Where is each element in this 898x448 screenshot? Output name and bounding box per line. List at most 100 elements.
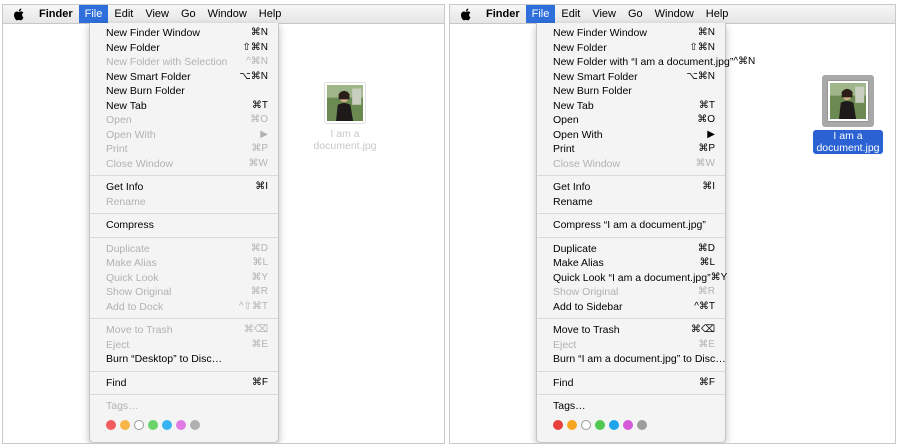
menu-window[interactable]: Window	[202, 5, 253, 23]
menu-item-shortcut: ⌘P	[698, 143, 715, 154]
menu-edit[interactable]: Edit	[555, 5, 586, 23]
menu-item-new-burn-folder[interactable]: New Burn Folder	[537, 84, 725, 99]
tag-color-dot[interactable]	[553, 419, 563, 430]
menu-item-new-tab[interactable]: New Tab ⌘T	[90, 99, 278, 114]
menu-view[interactable]: View	[139, 5, 175, 23]
menu-item-duplicate[interactable]: Duplicate ⌘D	[537, 242, 725, 257]
menu-item-new-smart-folder[interactable]: New Smart Folder ⌥⌘N	[90, 70, 278, 85]
menu-item-shortcut: ⌘D	[250, 242, 268, 254]
menu-item-shortcut: ⌘Y	[251, 271, 268, 283]
menu-item-find[interactable]: Find ⌘F	[537, 376, 725, 391]
menu-item-new-burn-folder[interactable]: New Burn Folder	[90, 84, 278, 99]
tag-color-dot[interactable]	[637, 419, 647, 430]
tag-color-dot[interactable]	[106, 419, 116, 430]
menu-item-find[interactable]: Find ⌘F	[90, 376, 278, 391]
tag-color-dot[interactable]	[162, 419, 172, 430]
menu-help[interactable]: Help	[700, 5, 735, 23]
menu-item-new-folder-with-i-am-a-document-jpg[interactable]: New Folder with “I am a document.jpg” ^⌘N	[537, 55, 755, 70]
menu-item-label: Quick Look “I am a document.jpg”	[553, 271, 711, 284]
menu-item-open[interactable]: Open ⌘O	[537, 113, 725, 128]
menu-item-shortcut: ^⌘N	[246, 56, 268, 67]
menu-item-move-to-trash[interactable]: Move to Trash ⌘⌫	[537, 323, 725, 338]
menu-item-shortcut: ⌘R	[250, 286, 268, 297]
right-finder-screenshot: Finder File Edit View Go Window Help New…	[449, 4, 896, 444]
menu-item-shortcut: ⌥⌘N	[239, 70, 268, 82]
tag-color-dot[interactable]	[120, 419, 130, 430]
menu-item-add-to-sidebar[interactable]: Add to Sidebar ^⌘T	[537, 300, 725, 315]
tag-color-dot[interactable]	[623, 419, 633, 430]
menu-item-label: Add to Sidebar	[553, 300, 623, 313]
menu-edit[interactable]: Edit	[108, 5, 139, 23]
menu-item-label: Tags…	[106, 400, 139, 412]
tag-color-dot[interactable]	[134, 419, 144, 430]
menu-item-label: New Burn Folder	[106, 85, 185, 97]
menu-item-burn-desktop-to-disc[interactable]: Burn “Desktop” to Disc…	[90, 352, 278, 367]
menu-go[interactable]: Go	[175, 5, 202, 23]
menu-item-get-info[interactable]: Get Info ⌘I	[537, 180, 725, 195]
desktop-file-icon-selected[interactable]: I am a document.jpg	[808, 75, 888, 154]
menu-item-label: Duplicate	[106, 242, 150, 255]
menu-item-make-alias[interactable]: Make Alias ⌘L	[537, 256, 725, 271]
menu-file[interactable]: File	[525, 5, 556, 23]
menu-finder[interactable]: Finder	[33, 5, 79, 23]
menu-item-shortcut: ⌘O	[250, 114, 268, 125]
menu-item-quick-look: Quick Look ⌘Y	[90, 271, 278, 286]
menu-item-shortcut: ⇧⌘N	[689, 41, 715, 53]
tag-color-dot[interactable]	[148, 419, 158, 430]
menu-item-compress[interactable]: Compress	[90, 218, 278, 233]
tag-color-dot[interactable]	[190, 419, 200, 430]
menu-item-label: Eject	[553, 338, 577, 351]
tag-color-dot[interactable]	[595, 419, 605, 430]
menu-item-label: Print	[553, 143, 575, 155]
menu-item-shortcut: ^⇧⌘T	[238, 300, 268, 312]
menu-item-label: New Folder with Selection	[106, 56, 228, 68]
menu-item-quick-look-i-am-a-document-jpg[interactable]: Quick Look “I am a document.jpg” ⌘Y	[537, 271, 727, 286]
photo-thumbnail-icon	[828, 81, 868, 121]
menu-item-get-info[interactable]: Get Info ⌘I	[90, 180, 278, 195]
menu-item-print: Print ⌘P	[90, 142, 278, 157]
menu-separator	[90, 318, 278, 319]
menu-item-shortcut: ⌘I	[255, 181, 268, 192]
menu-item-compress-i-am-a-document-jpg[interactable]: Compress “I am a document.jpg”	[537, 218, 725, 233]
menu-item-label: Open With	[106, 128, 156, 141]
tag-color-dot[interactable]	[176, 419, 186, 430]
menu-finder[interactable]: Finder	[480, 5, 526, 23]
menu-item-label: Make Alias	[553, 257, 604, 269]
menu-item-open-with[interactable]: Open With ▶	[537, 128, 725, 143]
menu-item-new-folder[interactable]: New Folder ⇧⌘N	[537, 41, 725, 56]
menu-item-label: Find	[106, 376, 127, 389]
desktop-file-icon[interactable]: I am a document.jpg	[305, 81, 385, 152]
menu-item-label: Compress	[106, 219, 154, 231]
menu-window[interactable]: Window	[649, 5, 700, 23]
menu-item-new-finder-window[interactable]: New Finder Window ⌘N	[90, 26, 278, 41]
menu-item-label: New Smart Folder	[553, 70, 638, 83]
menu-item-rename[interactable]: Rename	[537, 195, 725, 210]
menu-separator	[537, 370, 725, 372]
menu-item-label: Tags…	[553, 400, 586, 412]
menu-item-new-smart-folder[interactable]: New Smart Folder ⌥⌘N	[537, 70, 725, 85]
menu-item-label: Find	[553, 376, 574, 389]
menu-item-print[interactable]: Print ⌘P	[537, 142, 725, 157]
menu-item-shortcut: ⇧⌘N	[242, 41, 268, 53]
menu-go[interactable]: Go	[622, 5, 649, 23]
menu-item-new-finder-window[interactable]: New Finder Window ⌘N	[537, 26, 725, 41]
menu-item-rename: Rename	[90, 195, 278, 210]
tag-color-dot[interactable]	[567, 419, 577, 430]
menu-item-label: Get Info	[106, 181, 144, 193]
apple-icon[interactable]	[3, 8, 33, 21]
menu-item-label: Make Alias	[106, 257, 157, 269]
apple-icon[interactable]	[450, 8, 480, 21]
menu-view[interactable]: View	[586, 5, 622, 23]
menu-help[interactable]: Help	[253, 5, 288, 23]
menu-item-label: New Tab	[106, 99, 147, 112]
menu-item-show-original: Show Original ⌘R	[537, 285, 725, 300]
file-menu-dropdown: New Finder Window ⌘N New Folder ⇧⌘N New Fold…	[89, 23, 279, 443]
menu-item-burn-i-am-a-document-jpg-to-disc[interactable]: Burn “I am a document.jpg” to Disc…	[537, 352, 726, 367]
tag-color-dot[interactable]	[581, 419, 591, 430]
menu-item-tags[interactable]: Tags…	[537, 399, 725, 414]
menu-separator	[90, 213, 278, 214]
menu-item-new-tab[interactable]: New Tab ⌘T	[537, 99, 725, 114]
menu-item-new-folder[interactable]: New Folder ⇧⌘N	[90, 41, 278, 56]
menu-file[interactable]: File	[78, 5, 109, 23]
tag-color-dot[interactable]	[609, 419, 619, 430]
